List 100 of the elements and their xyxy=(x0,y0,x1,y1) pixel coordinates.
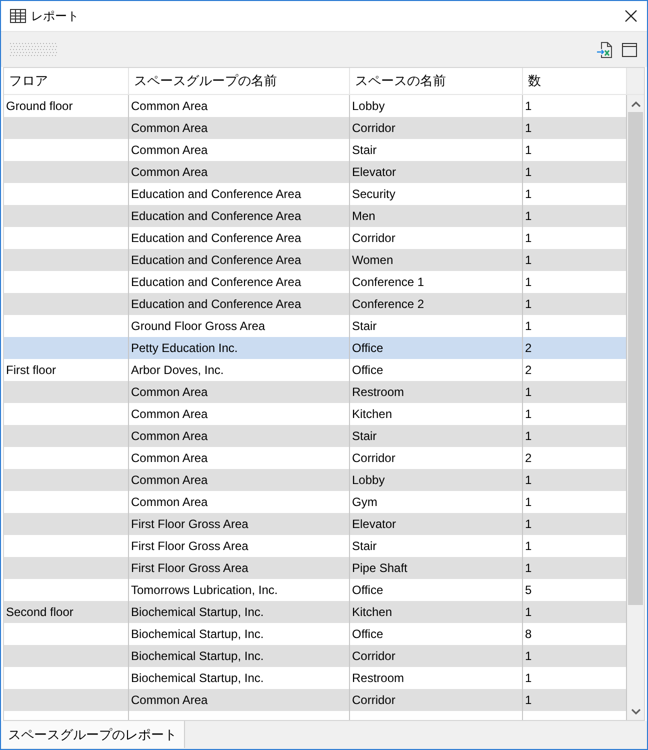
table-cell: Education and Conference Area xyxy=(131,297,302,311)
table-row[interactable]: Common Area Corridor 1 xyxy=(4,689,627,711)
table-cell: 1 xyxy=(525,539,532,553)
table-row[interactable]: Common Area Stair 1 xyxy=(4,425,627,447)
table-cell: Corridor xyxy=(352,451,396,465)
table-cell: Common Area xyxy=(131,99,208,113)
table-cell: 1 xyxy=(525,671,532,685)
table-cell: Corridor xyxy=(352,121,396,135)
table-cell: 1 xyxy=(525,297,532,311)
table-cell: Stair xyxy=(352,143,377,157)
table-cell: Elevator xyxy=(352,165,396,179)
table-row[interactable]: Biochemical Startup, Inc. Corridor 1 xyxy=(4,645,627,667)
table-cell: Conference 2 xyxy=(352,297,424,311)
close-icon xyxy=(625,10,637,22)
table-cell: 1 xyxy=(525,143,532,157)
chevron-up-icon xyxy=(630,100,640,106)
table-cell: Biochemical Startup, Inc. xyxy=(131,605,264,619)
table-cell: Office xyxy=(352,627,384,641)
table-cell: Pipe Shaft xyxy=(352,561,408,575)
table-cell: First Floor Gross Area xyxy=(131,539,248,553)
table-row[interactable]: Common Area Corridor 1 xyxy=(4,117,627,139)
table-cell: Common Area xyxy=(131,451,208,465)
table-cell: Common Area xyxy=(131,495,208,509)
table-cell: Petty Education Inc. xyxy=(131,341,238,355)
table-cell: Common Area xyxy=(131,121,208,135)
table-cell: 2 xyxy=(525,363,532,377)
table-cell: Corridor xyxy=(352,649,396,663)
table-cell: 1 xyxy=(525,121,532,135)
table-cell: 1 xyxy=(525,165,532,179)
table-cell: Common Area xyxy=(131,473,208,487)
table-row[interactable]: Petty Education Inc. Office 2 xyxy=(4,337,627,359)
table-cell: First Floor Gross Area xyxy=(131,561,248,575)
table-cell: 5 xyxy=(525,583,532,597)
table-cell: 1 xyxy=(525,385,532,399)
table-cell: 1 xyxy=(525,231,532,245)
table-icon xyxy=(10,9,26,23)
table-cell: 1 xyxy=(525,693,532,707)
table-cell: Office xyxy=(352,363,384,377)
scrollbar-thumb[interactable] xyxy=(628,112,643,605)
table-cell: Corridor xyxy=(352,693,396,707)
table-cell: Gym xyxy=(352,495,378,509)
table-cell: First Floor Gross Area xyxy=(131,517,248,531)
table-cell: 1 xyxy=(525,473,532,487)
table-cell: Education and Conference Area xyxy=(131,209,302,223)
table-cell: Stair xyxy=(352,429,377,443)
table-cell: First floor xyxy=(6,363,56,377)
table-cell: Education and Conference Area xyxy=(131,231,302,245)
table-cell: Conference 1 xyxy=(352,275,424,289)
table-cell: 1 xyxy=(525,495,532,509)
table-cell: 1 xyxy=(525,187,532,201)
table-cell: Tomorrows Lubrication, Inc. xyxy=(131,583,278,597)
table-cell: Education and Conference Area xyxy=(131,275,302,289)
table-cell: 1 xyxy=(525,209,532,223)
table-cell: 1 xyxy=(525,253,532,267)
table-row[interactable]: Second floor Biochemical Startup, Inc. Kitchen 1 xyxy=(4,601,627,623)
table-cell: 2 xyxy=(525,341,532,355)
table-cell: 1 xyxy=(525,605,532,619)
table-cell: Education and Conference Area xyxy=(131,187,302,201)
chevron-down-icon xyxy=(630,708,640,714)
report-tab[interactable]: スペースグループのレポート xyxy=(1,721,185,748)
table-cell: Office xyxy=(352,583,384,597)
column-header[interactable]: スペースの名前 xyxy=(350,68,523,94)
table-row[interactable]: First floor Arbor Doves, Inc. Office 2 xyxy=(4,359,627,381)
table-cell: Restroom xyxy=(352,385,404,399)
table-cell: Corridor xyxy=(352,231,396,245)
column-header[interactable]: フロア xyxy=(4,68,129,94)
table-cell: Common Area xyxy=(131,385,208,399)
table-row[interactable]: Ground floor Common Area Lobby 1 xyxy=(4,95,627,117)
table-row[interactable]: Common Area Lobby 1 xyxy=(4,469,627,491)
table-row[interactable]: Education and Conference Area Men 1 xyxy=(4,205,627,227)
table-row[interactable]: Education and Conference Area Conference 2 1 xyxy=(4,293,627,315)
table-row[interactable]: Common Area Restroom 1 xyxy=(4,381,627,403)
table-row[interactable]: First Floor Gross Area Elevator 1 xyxy=(4,513,627,535)
table-cell: Ground floor xyxy=(6,99,73,113)
table-cell: Common Area xyxy=(131,429,208,443)
table-cell: Lobby xyxy=(352,99,385,113)
document-export-icon[interactable] xyxy=(597,42,613,58)
table-cell: Common Area xyxy=(131,165,208,179)
table-cell: Kitchen xyxy=(352,605,392,619)
column-header[interactable]: スペースグループの名前 xyxy=(129,68,350,94)
table-row[interactable]: Education and Conference Area Women 1 xyxy=(4,249,627,271)
table-cell: Education and Conference Area xyxy=(131,253,302,267)
window-layout-icon[interactable] xyxy=(622,42,637,56)
table-row[interactable]: Common Area Elevator 1 xyxy=(4,161,627,183)
table-cell: 1 xyxy=(525,275,532,289)
table-cell: 2 xyxy=(525,451,532,465)
table-cell: Common Area xyxy=(131,693,208,707)
table-cell: 1 xyxy=(525,407,532,421)
table-cell: Women xyxy=(352,253,394,267)
table-cell: Men xyxy=(352,209,376,223)
table-cell: 1 xyxy=(525,649,532,663)
window-title: レポート xyxy=(31,8,79,24)
table-cell: Restroom xyxy=(352,671,404,685)
table-cell: Arbor Doves, Inc. xyxy=(131,363,224,377)
table-cell: Common Area xyxy=(131,407,208,421)
table-cell: 1 xyxy=(525,561,532,575)
table-row[interactable]: First Floor Gross Area Pipe Shaft 1 xyxy=(4,557,627,579)
table-cell: Second floor xyxy=(6,605,74,619)
table-cell: Elevator xyxy=(352,517,396,531)
table-cell: Biochemical Startup, Inc. xyxy=(131,671,264,685)
